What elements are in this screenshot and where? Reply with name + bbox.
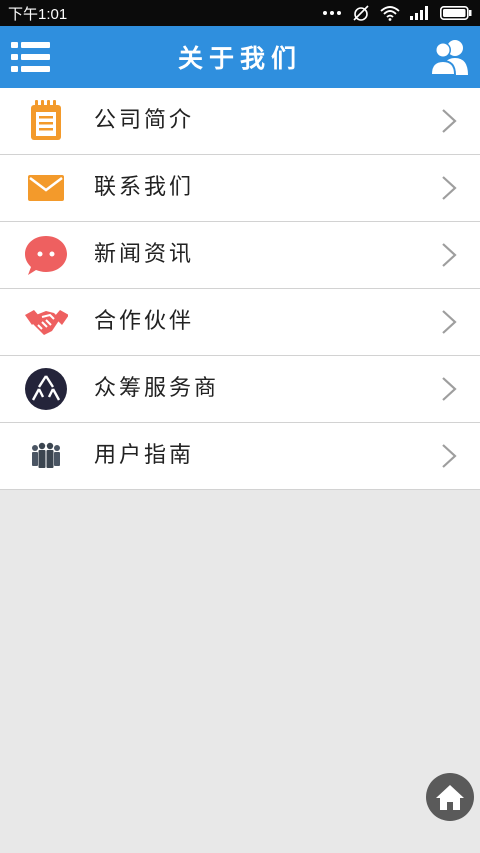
- menu-item-label: 新闻资讯: [94, 242, 195, 267]
- chevron-right-icon: [442, 310, 457, 334]
- chevron-right-icon: [442, 444, 457, 468]
- menu-item-crowdfunding[interactable]: 众筹服务商: [0, 356, 480, 423]
- home-button[interactable]: [426, 773, 474, 821]
- menu-item-contact[interactable]: 联系我们: [0, 155, 480, 222]
- about-menu-list: 公司简介 联系我们 新闻资讯 合作伙伴 众筹服务商 用户指南: [0, 88, 480, 490]
- battery-icon: [440, 6, 472, 20]
- envelope-icon: [24, 167, 68, 209]
- list-menu-icon: [11, 42, 50, 72]
- chevron-right-icon: [442, 176, 457, 200]
- crowd-logo-icon: [24, 368, 68, 410]
- menu-item-label: 合作伙伴: [94, 309, 195, 334]
- notepad-icon: [24, 100, 68, 142]
- alarm-off-icon: [353, 5, 369, 21]
- menu-item-company-intro[interactable]: 公司简介: [0, 88, 480, 155]
- page-title: 关于我们: [177, 44, 302, 73]
- menu-item-news[interactable]: 新闻资讯: [0, 222, 480, 289]
- app-header: 关于我们: [0, 26, 480, 88]
- chat-bubble-icon: [24, 234, 68, 276]
- chevron-right-icon: [442, 243, 457, 267]
- users-icon: [430, 40, 468, 75]
- handshake-icon: [24, 301, 68, 343]
- user-button[interactable]: [428, 36, 470, 78]
- menu-item-guide[interactable]: 用户指南: [0, 423, 480, 490]
- menu-item-label: 公司简介: [94, 108, 195, 133]
- chevron-right-icon: [442, 377, 457, 401]
- more-dots-icon: [323, 11, 341, 15]
- status-bar: 下午1:01: [0, 0, 480, 26]
- chevron-right-icon: [442, 109, 457, 133]
- menu-button[interactable]: [10, 38, 52, 76]
- menu-item-label: 众筹服务商: [94, 376, 220, 401]
- wifi-icon: [380, 6, 400, 21]
- signal-icon: [410, 6, 428, 20]
- people-group-icon: [24, 435, 68, 477]
- menu-item-label: 用户指南: [94, 443, 195, 468]
- menu-item-partners[interactable]: 合作伙伴: [0, 289, 480, 356]
- status-time: 下午1:01: [8, 5, 68, 23]
- menu-item-label: 联系我们: [94, 175, 195, 200]
- home-icon: [436, 785, 464, 810]
- status-icons: [322, 4, 472, 22]
